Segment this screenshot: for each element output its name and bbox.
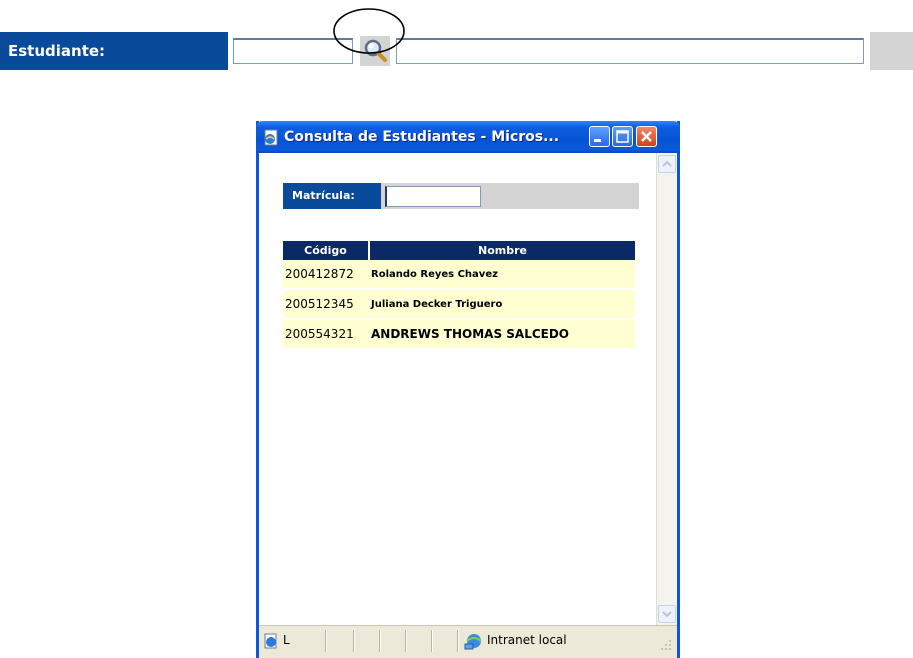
column-header-codigo[interactable]: Código [283, 241, 370, 260]
student-name-cell[interactable]: ANDREWS THOMAS SALCEDO [369, 319, 635, 350]
page-status-icon [264, 633, 277, 649]
student-code-cell[interactable]: 200412872 [283, 260, 369, 290]
student-name-cell[interactable]: Rolando Reyes Chavez [369, 260, 635, 290]
maximize-icon [616, 130, 629, 143]
column-header-nombre[interactable]: Nombre [369, 241, 635, 260]
window-title: Consulta de Estudiantes - Micros... [284, 129, 560, 145]
status-bar: L Intranet local [259, 625, 677, 655]
student-name-input[interactable] [396, 38, 864, 64]
zone-text: Intranet local [487, 633, 567, 647]
student-name-cell[interactable]: Juliana Decker Triguero [369, 289, 635, 320]
ie-page-icon [264, 129, 278, 146]
status-separator [457, 630, 459, 652]
window-content: Matrícula: Código Nombre 200412872 Rolan… [259, 153, 656, 625]
status-separator [431, 630, 433, 652]
resize-grip-icon[interactable] [659, 638, 673, 652]
status-separator [325, 630, 327, 652]
magnifier-icon [360, 36, 390, 66]
scroll-up-button[interactable] [658, 155, 676, 173]
status-text: L [283, 633, 290, 647]
matricula-input[interactable] [385, 186, 481, 207]
table-row[interactable]: 200412872 Rolando Reyes Chavez [283, 260, 635, 290]
status-separator [405, 630, 407, 652]
table-row[interactable]: 200512345 Juliana Decker Triguero [283, 289, 635, 320]
close-button[interactable] [636, 126, 657, 147]
student-code-cell[interactable]: 200554321 [283, 319, 369, 350]
vertical-scrollbar[interactable] [656, 153, 677, 625]
maximize-button[interactable] [612, 126, 633, 147]
student-code-cell[interactable]: 200512345 [283, 289, 369, 320]
minimize-button[interactable] [589, 126, 610, 147]
intranet-zone-icon [464, 634, 482, 650]
student-code-input[interactable] [233, 38, 353, 64]
chevron-down-icon [662, 611, 672, 618]
search-button[interactable] [360, 36, 390, 66]
chevron-up-icon [662, 160, 672, 167]
student-lookup-window: Consulta de Estudiantes - Micros... Matr… [256, 121, 680, 658]
table-header-row: Código Nombre [283, 241, 635, 260]
estudiante-label: Estudiante: [0, 32, 228, 70]
status-separator [379, 630, 381, 652]
status-separator [353, 630, 355, 652]
minimize-icon [594, 139, 601, 142]
matricula-label: Matrícula: [283, 183, 381, 209]
scroll-down-button[interactable] [658, 605, 676, 623]
results-table: Código Nombre 200412872 Rolando Reyes Ch… [283, 241, 635, 350]
matricula-row: Matrícula: [283, 183, 639, 209]
estudiante-row: Estudiante: [0, 32, 913, 70]
table-row[interactable]: 200554321 ANDREWS THOMAS SALCEDO [283, 319, 635, 350]
close-icon [641, 131, 652, 142]
window-titlebar[interactable]: Consulta de Estudiantes - Micros... [256, 121, 680, 153]
